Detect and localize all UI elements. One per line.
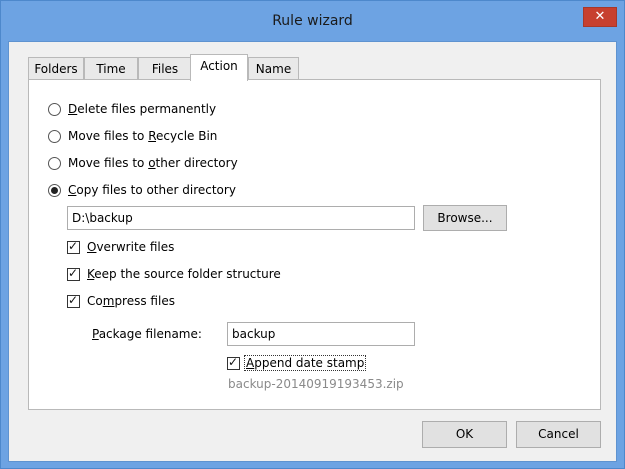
tab-files[interactable]: Files [138,57,192,81]
radio-copy-other-directory[interactable]: Copy files to other directory [48,182,236,198]
action-tab-panel: Delete files permanently Move files to R… [28,79,601,410]
checkbox-append-date-stamp[interactable]: Append date stamp [227,355,367,371]
radio-delete-permanently[interactable]: Delete files permanently [48,101,216,117]
checkbox-keep-folder-structure-label: Keep the source folder structure [87,267,281,281]
tab-time-label: Time [96,62,126,76]
browse-button[interactable]: Browse... [423,205,507,231]
radio-move-other-directory-label: Move files to other directory [68,156,238,170]
radio-delete-permanently-label: Delete files permanently [68,102,217,116]
tab-time[interactable]: Time [84,57,138,81]
dialog-client-area: Folders Time Files Action Name Delete fi… [8,41,617,462]
checkbox-overwrite-files[interactable]: Overwrite files [67,239,174,255]
radio-button[interactable] [48,156,61,170]
radio-move-other-directory[interactable]: Move files to other directory [48,155,238,171]
filename-preview: backup-20140919193453.zip [228,377,404,391]
checkbox[interactable] [67,266,80,281]
checkbox-compress-files[interactable]: Compress files [67,293,175,309]
tab-name-label: Name [255,62,292,76]
target-directory-input[interactable]: D:\backup [67,206,415,230]
tab-folders-label: Folders [34,62,78,76]
checkbox-overwrite-files-label: Overwrite files [87,240,175,254]
radio-button[interactable] [48,102,61,116]
close-icon: ✕ [594,9,606,24]
package-filename-label: Package filename: [92,327,202,341]
tab-name[interactable]: Name [248,57,299,81]
title-bar[interactable]: Rule wizard ✕ [1,1,624,41]
ok-button[interactable]: OK [422,421,507,448]
radio-button[interactable] [48,183,61,197]
radio-button[interactable] [48,129,61,143]
checkbox-compress-files-label: Compress files [87,294,175,308]
cancel-button[interactable]: Cancel [516,421,601,448]
window-title: Rule wizard [272,13,353,29]
tab-folders[interactable]: Folders [28,57,84,81]
checkbox-append-date-stamp-label: Append date stamp [244,355,367,371]
close-button[interactable]: ✕ [583,7,617,27]
checkbox-keep-folder-structure[interactable]: Keep the source folder structure [67,266,281,282]
checkbox[interactable] [227,355,240,370]
checkbox[interactable] [67,239,80,254]
tab-files-label: Files [151,62,179,76]
radio-copy-other-directory-label: Copy files to other directory [68,183,236,197]
tab-action-label: Action [200,59,238,73]
checkbox[interactable] [67,293,80,308]
radio-move-recycle-bin-label: Move files to Recycle Bin [68,129,218,143]
rule-wizard-window: Rule wizard ✕ Folders Time Files Action … [0,0,625,469]
tab-action[interactable]: Action [190,54,248,81]
radio-move-recycle-bin[interactable]: Move files to Recycle Bin [48,128,217,144]
package-filename-input[interactable]: backup [227,322,415,346]
